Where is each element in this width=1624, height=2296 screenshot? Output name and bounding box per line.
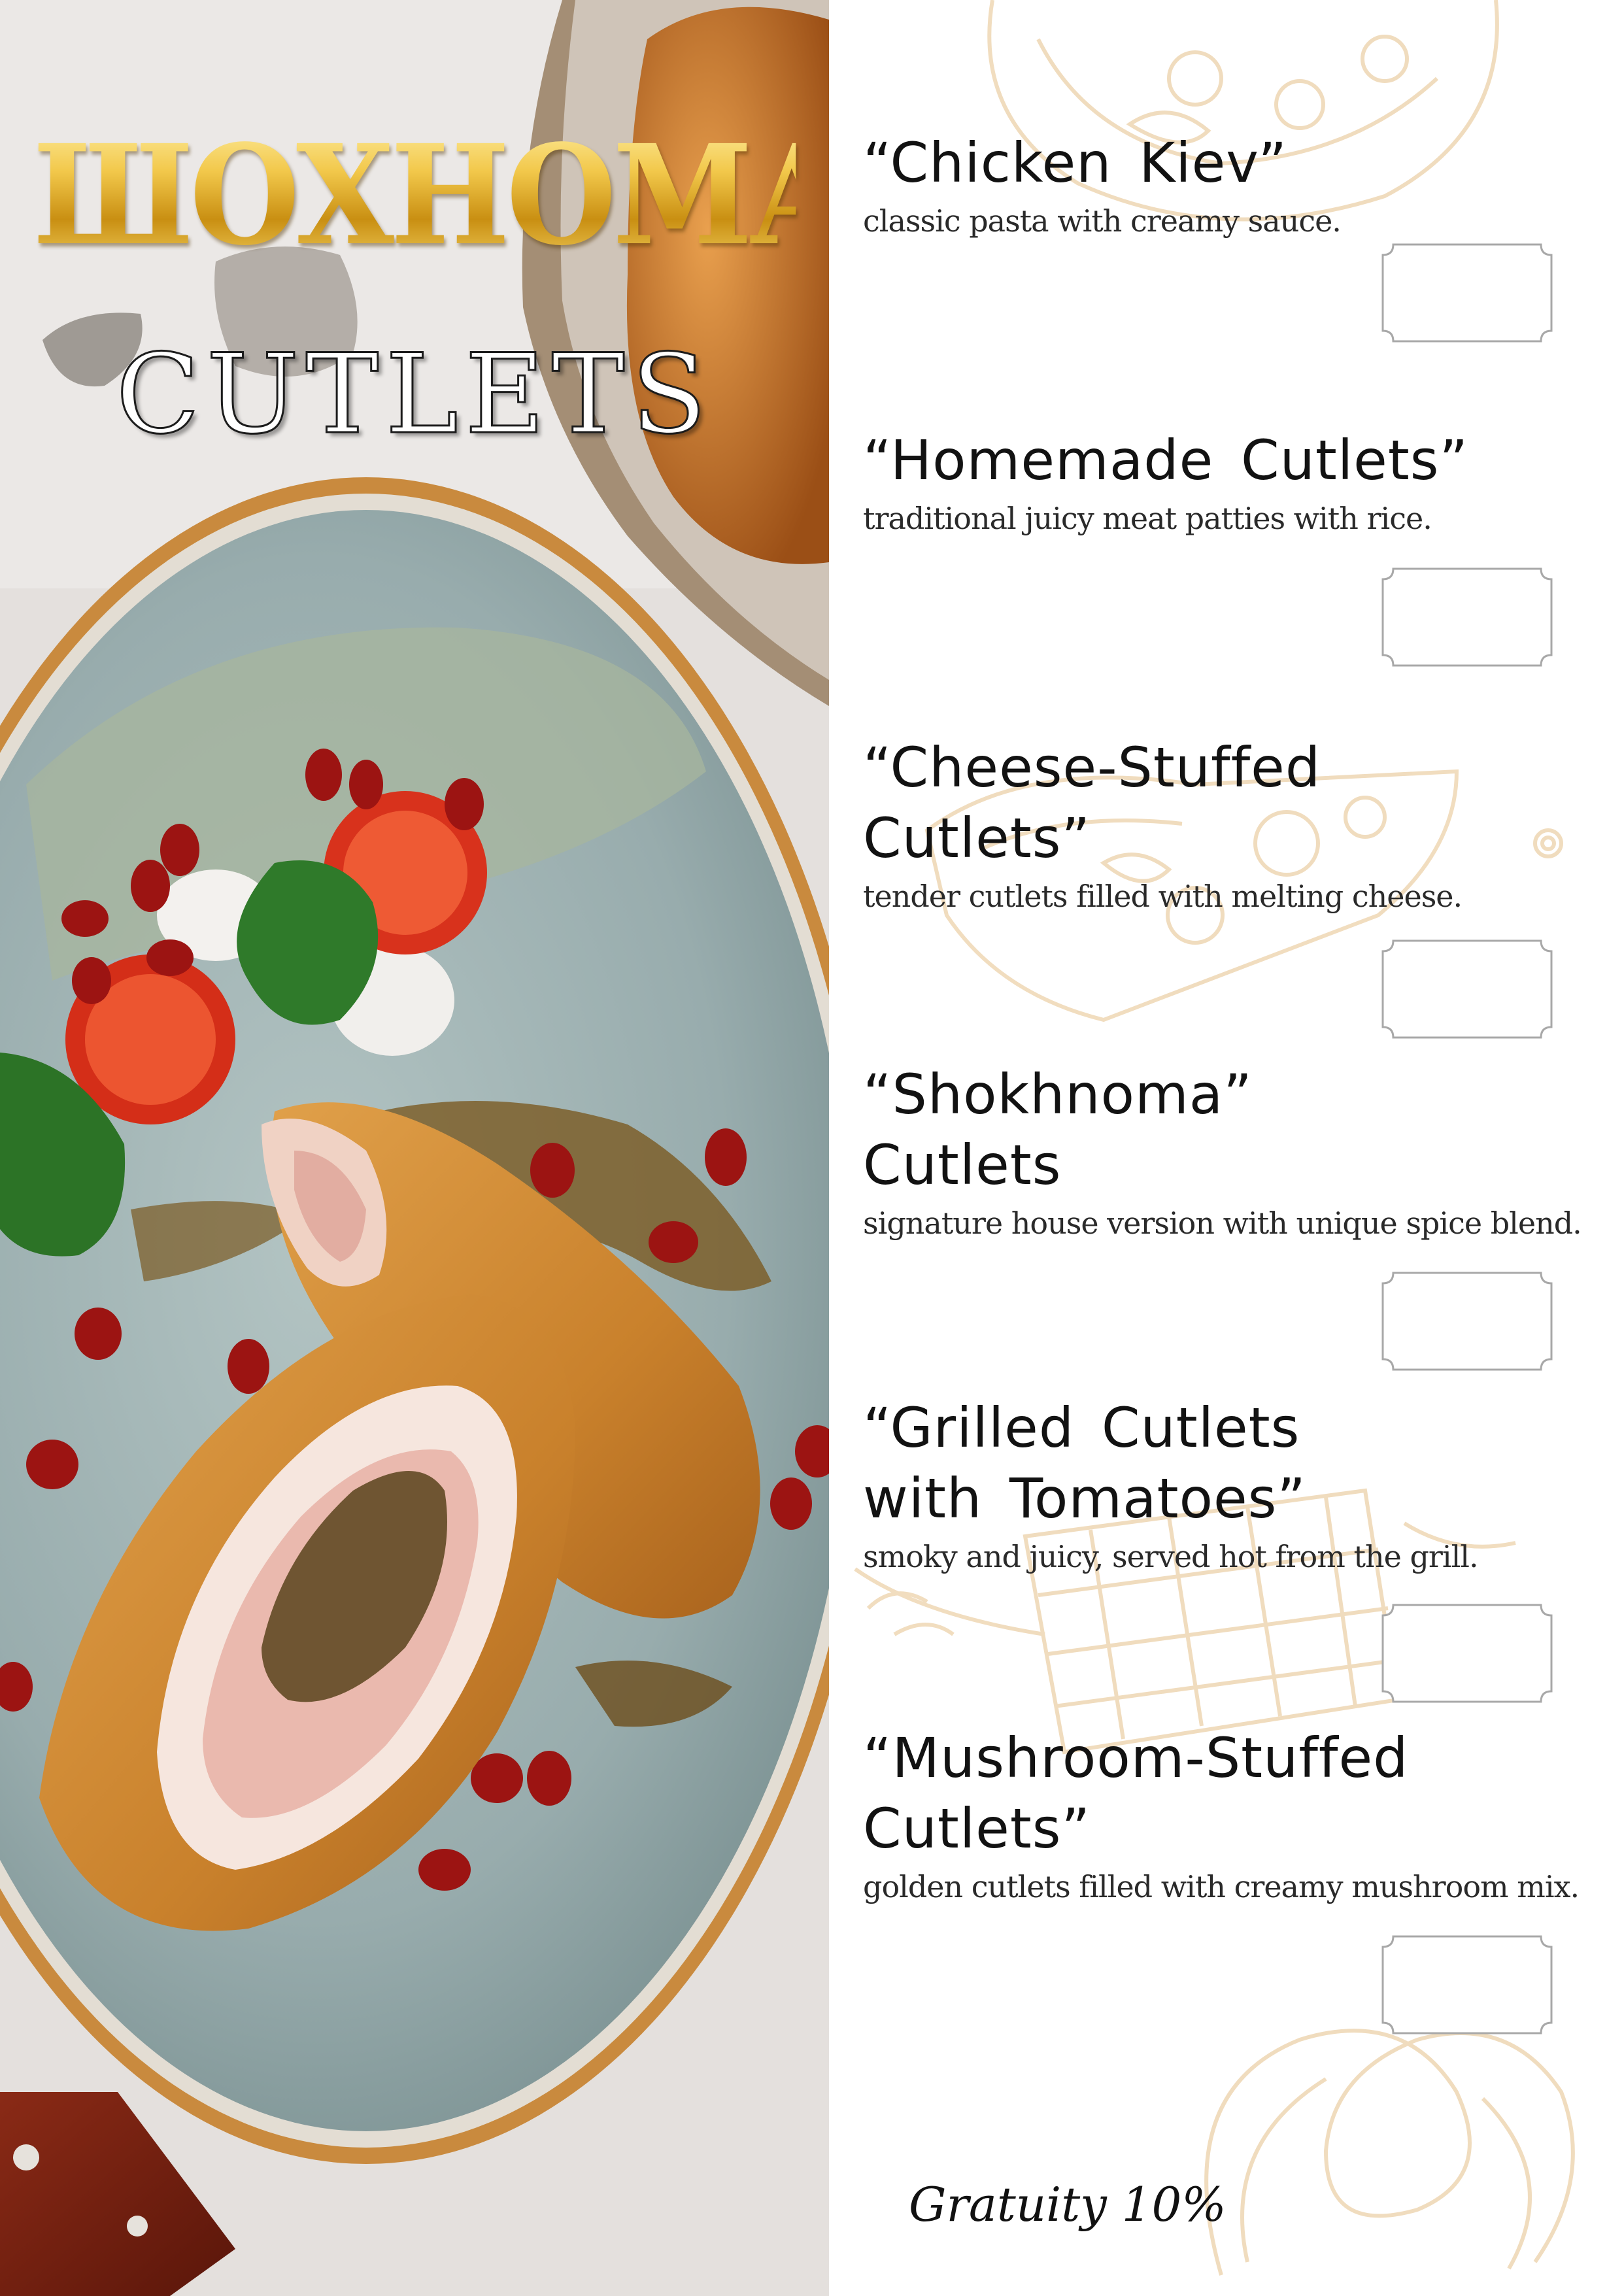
price-tag-frame	[1381, 567, 1553, 667]
menu-item-description: smoky and juicy, served hot from the gri…	[863, 1539, 1479, 1574]
price-tag-frame	[1381, 1272, 1553, 1371]
brand-logo: ШОХНОМА	[33, 114, 829, 276]
food-photo: ШОХНОМА CUTLETS	[0, 0, 829, 2296]
menu-item-description: signature house version with unique spic…	[863, 1206, 1582, 1241]
price-tag-frame	[1381, 243, 1553, 343]
menu-item-mushroom-stuffed-cutlets: “Mushroom-Stuffed Cutlets” golden cutlet…	[863, 1723, 1615, 1904]
gratuity-note: Gratuity 10%	[909, 2177, 1226, 2232]
menu-item-title: “Grilled Cutlets with Tomatoes”	[863, 1396, 1306, 1530]
menu-item-chicken-kiev: “Chicken Kiev” classic pasta with creamy…	[863, 127, 1615, 239]
menu-item-homemade-cutlets: “Homemade Cutlets” traditional juicy mea…	[863, 425, 1615, 536]
menu-item-shokhnoma-cutlets: “Shokhnoma” Cutlets signature house vers…	[863, 1059, 1615, 1241]
page-title: CUTLETS	[115, 329, 713, 460]
menu-item-grilled-cutlets: “Grilled Cutlets with Tomatoes” smoky an…	[863, 1393, 1615, 1574]
menu-item-description: tender cutlets filled with melting chees…	[863, 879, 1463, 914]
menu-item-title: “Homemade Cutlets”	[863, 428, 1469, 492]
menu-item-description: golden cutlets filled with creamy mushro…	[863, 1869, 1580, 1904]
menu-item-title: “Chicken Kiev”	[863, 131, 1288, 195]
menu-item-description: traditional juicy meat patties with rice…	[863, 501, 1432, 536]
menu-list-panel: “Chicken Kiev” classic pasta with creamy…	[829, 0, 1624, 2296]
menu-page: ШОХНОМА CUTLETS “Chicken Kiev” classic p…	[0, 0, 1624, 2296]
price-tag-frame	[1381, 1935, 1553, 2034]
price-tag-frame	[1381, 939, 1553, 1039]
menu-item-cheese-stuffed-cutlets: “Cheese-Stuffed Cutlets” tender cutlets …	[863, 732, 1615, 914]
menu-item-description: classic pasta with creamy sauce.	[863, 203, 1342, 239]
menu-item-title: “Shokhnoma” Cutlets	[863, 1062, 1253, 1197]
menu-item-title: “Cheese-Stuffed Cutlets”	[863, 735, 1321, 870]
price-tag-frame	[1381, 1604, 1553, 1703]
menu-item-title: “Mushroom-Stuffed Cutlets”	[863, 1726, 1409, 1861]
